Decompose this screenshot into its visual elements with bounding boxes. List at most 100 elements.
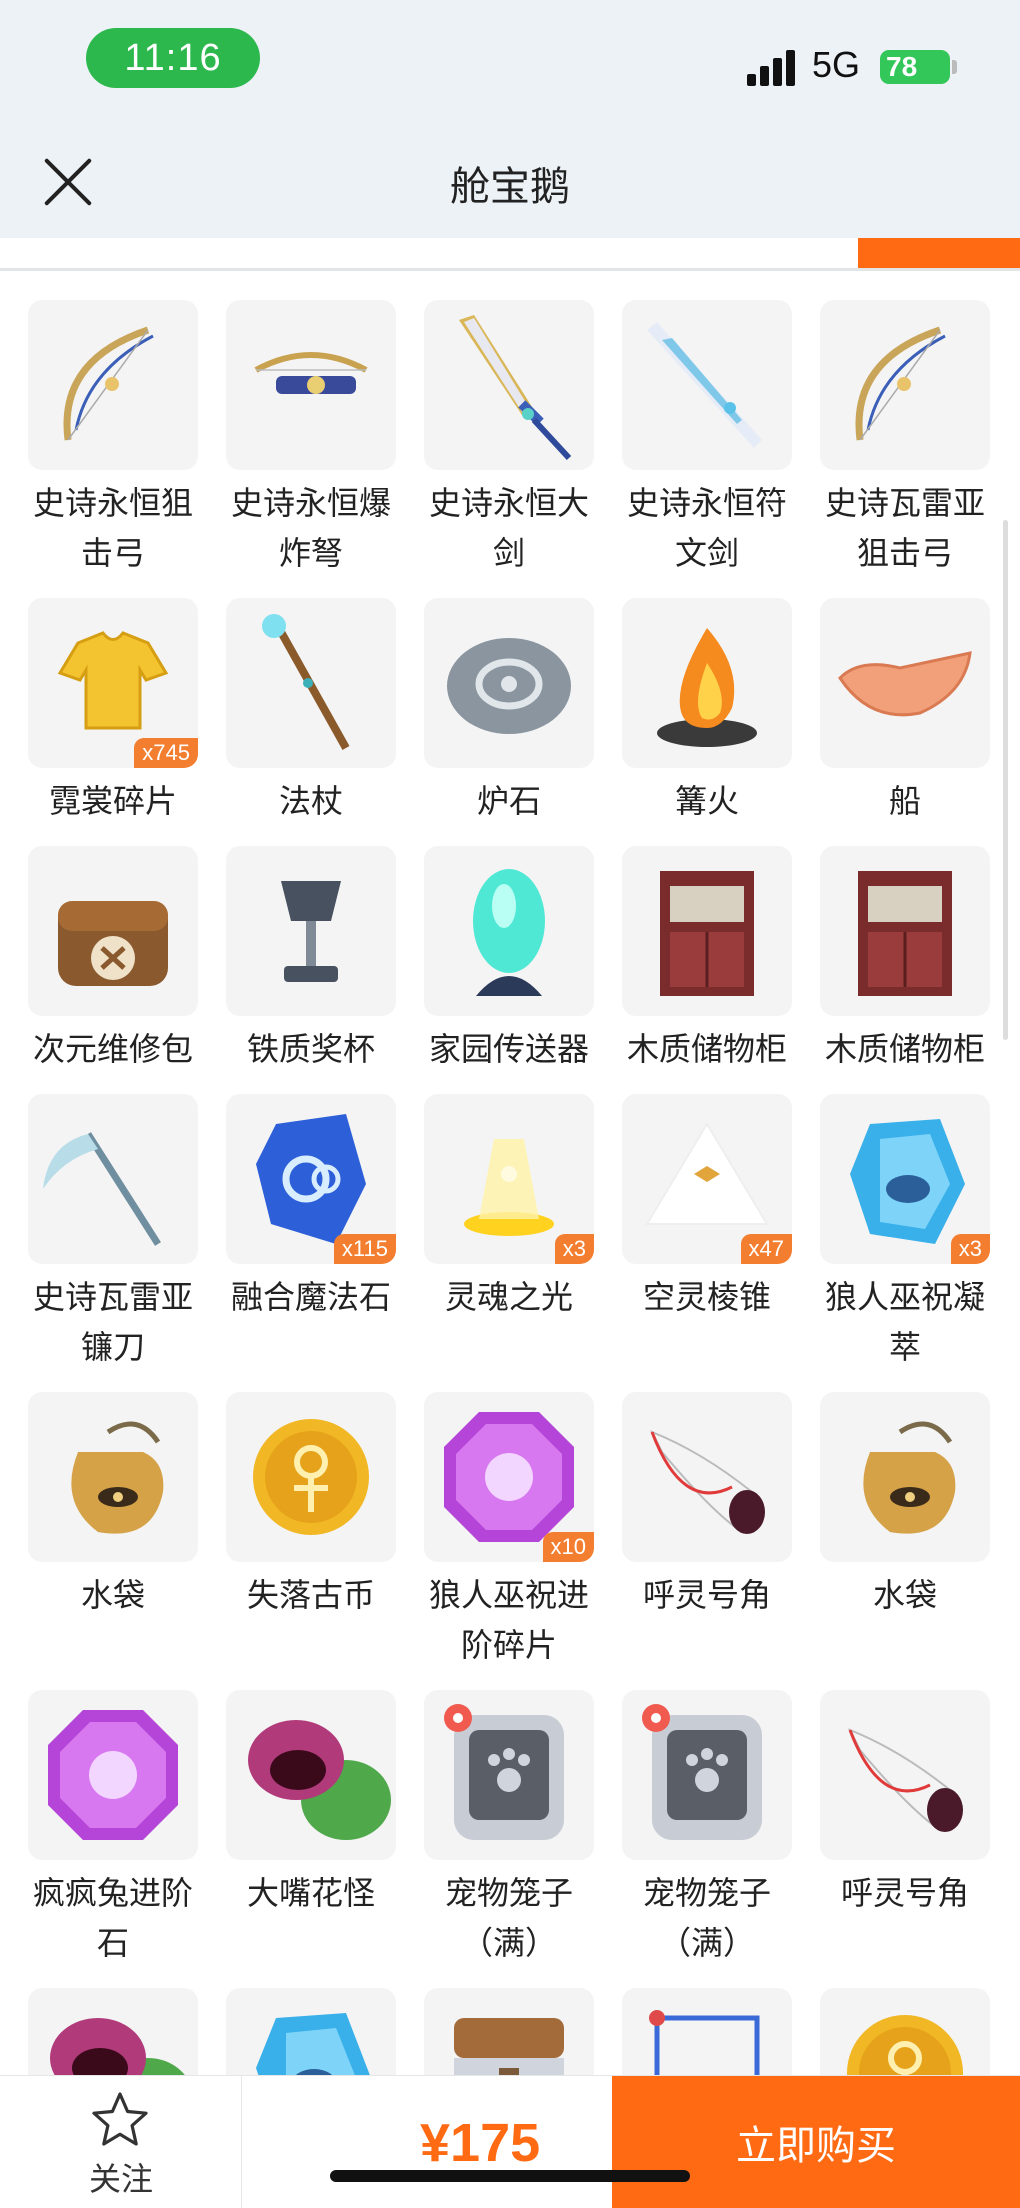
item-thumbnail[interactable]: [820, 1988, 990, 2075]
item-thumbnail[interactable]: [226, 1690, 396, 1860]
status-bar: 11:16 5G 78: [0, 0, 1020, 120]
item-thumbnail[interactable]: [226, 300, 396, 470]
item-thumbnail[interactable]: [28, 1690, 198, 1860]
battery-level: 78: [886, 51, 918, 82]
water-bag-icon: [863, 1421, 956, 1534]
gem-icon: [48, 1710, 178, 1840]
staff-icon: [262, 614, 350, 750]
item-label: 水袋: [872, 1577, 937, 1613]
item-thumbnail[interactable]: [622, 1690, 792, 1860]
rune-sword-icon: [647, 322, 762, 448]
item-thumbnail[interactable]: x47: [622, 1094, 792, 1264]
repair-bag-icon: [58, 901, 168, 986]
horn-icon: [847, 1728, 963, 1832]
follow-label: 关注: [88, 2161, 153, 2197]
network-label: 5G: [812, 44, 861, 85]
scrollbar[interactable]: [1003, 520, 1008, 1040]
item-thumbnail[interactable]: [424, 846, 594, 1016]
quantity-badge: x3: [950, 1234, 990, 1264]
scythe-icon: [43, 1132, 161, 1246]
item-label: 失落古币: [246, 1577, 375, 1613]
item-label: 史诗永恒爆炸弩: [230, 485, 391, 571]
page-title: 舱宝鹅: [450, 165, 570, 209]
item-thumbnail[interactable]: x115: [226, 1094, 396, 1264]
item-thumbnail[interactable]: [28, 1988, 198, 2075]
item-label: 史诗瓦雷亚狙击弓: [824, 485, 985, 571]
signal-icon: [747, 50, 797, 86]
item-thumbnail[interactable]: [28, 1094, 198, 1264]
item-label: 炉石: [476, 783, 541, 819]
item-thumbnail[interactable]: [28, 300, 198, 470]
item-thumbnail[interactable]: [622, 1392, 792, 1562]
item-label: 宠物笼子（满）: [642, 1875, 771, 1961]
horn-icon: [649, 1430, 765, 1534]
item-thumbnail[interactable]: [820, 300, 990, 470]
item-thumbnail[interactable]: x3: [820, 1094, 990, 1264]
item-thumbnail[interactable]: [28, 1392, 198, 1562]
quantity-badge: x115: [333, 1234, 396, 1264]
item-label: 水袋: [80, 1577, 145, 1613]
item-label: 史诗瓦雷亚镰刀: [32, 1279, 193, 1365]
item-label: 法杖: [278, 783, 343, 819]
item-thumbnail[interactable]: [28, 846, 198, 1016]
quantity-badge: x10: [542, 1532, 594, 1562]
battery-tip: [952, 60, 957, 74]
item-label: 狼人巫祝进阶碎片: [428, 1577, 589, 1663]
tab-indicator: [858, 238, 1020, 270]
item-label: 次元维修包: [32, 1031, 193, 1067]
teleporter-icon: [473, 869, 545, 996]
item-thumbnail[interactable]: [622, 300, 792, 470]
item-thumbnail[interactable]: [226, 1392, 396, 1562]
item-label: 呼灵号角: [840, 1875, 969, 1911]
item-thumbnail[interactable]: [820, 1392, 990, 1562]
item-thumbnail[interactable]: [820, 598, 990, 768]
boat-icon: [838, 651, 972, 717]
coin-icon: [847, 2015, 963, 2075]
quantity-badge: x745: [134, 738, 198, 768]
item-thumbnail[interactable]: [424, 1690, 594, 1860]
item-thumbnail[interactable]: [622, 1988, 792, 2075]
item-label: 大嘴花怪: [246, 1875, 375, 1911]
item-thumbnail[interactable]: [622, 846, 792, 1016]
plant-monster-icon: [248, 1720, 391, 1840]
status-time: 11:16: [86, 28, 260, 88]
item-thumbnail[interactable]: x3: [424, 1094, 594, 1264]
pet-badge-icon: [642, 1704, 670, 1732]
item-label: 铁质奖杯: [246, 1031, 375, 1067]
battery-icon: 78: [880, 50, 950, 84]
cabinet-icon: [858, 871, 952, 996]
item-thumbnail[interactable]: [424, 598, 594, 768]
item-thumbnail[interactable]: [424, 300, 594, 470]
crossbow-icon: [254, 352, 368, 394]
quantity-badge: x47: [740, 1234, 792, 1264]
item-thumbnail[interactable]: [226, 1988, 396, 2075]
item-thumbnail[interactable]: [820, 1690, 990, 1860]
follow-button[interactable]: 关注: [0, 2076, 242, 2208]
item-thumbnail[interactable]: [622, 598, 792, 768]
cabinet-icon: [660, 871, 754, 996]
item-thumbnail[interactable]: [820, 846, 990, 1016]
item-label: 灵魂之光: [444, 1279, 573, 1315]
price-label: ¥175: [420, 2113, 541, 2173]
item-label: 史诗永恒大剑: [428, 485, 589, 571]
item-label: 史诗永恒狙击弓: [32, 485, 193, 571]
bow-icon: [855, 326, 946, 441]
item-thumbnail[interactable]: x745: [28, 598, 198, 768]
item-thumbnail[interactable]: [424, 1988, 594, 2075]
item-label: 融合魔法石: [230, 1279, 391, 1315]
item-label: 木质储物柜: [626, 1031, 787, 1067]
item-thumbnail[interactable]: x10: [424, 1392, 594, 1562]
item-thumbnail[interactable]: [226, 598, 396, 768]
item-label: 宠物笼子（满）: [444, 1875, 573, 1961]
item-grid: 史诗永恒狙击弓 史诗永恒爆炸弩 史诗永恒大剑 史诗永恒符文剑 史诗瓦雷亚狙击弓 x745 霓…: [0, 270, 1020, 2075]
item-label: 空灵棱锥: [642, 1279, 771, 1315]
trophy-icon: [281, 881, 341, 982]
crystal-icon: [256, 2013, 370, 2075]
star-icon: [92, 2092, 148, 2146]
item-label: 船: [888, 783, 921, 819]
buy-now-button[interactable]: 立即购买: [612, 2076, 1020, 2208]
item-label: 呼灵号角: [642, 1577, 771, 1613]
campfire-icon: [657, 628, 757, 747]
bow-icon: [63, 326, 154, 441]
item-thumbnail[interactable]: [226, 846, 396, 1016]
